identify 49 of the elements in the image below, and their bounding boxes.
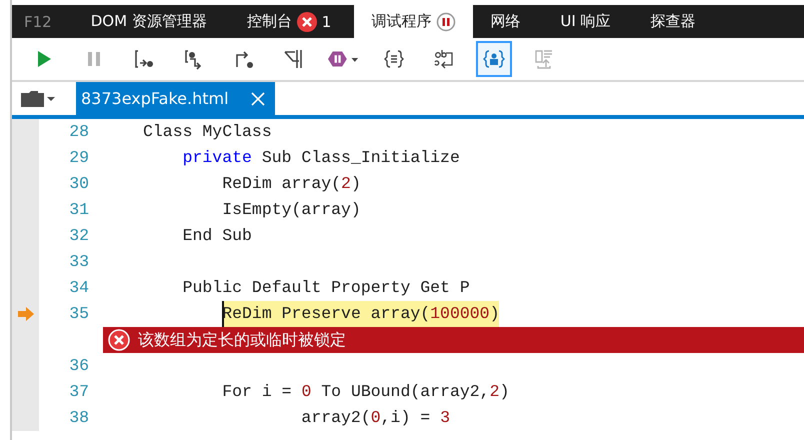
line-number: 31 (68, 199, 89, 221)
line-number: 37 (68, 381, 89, 403)
error-count: 1 (322, 12, 332, 30)
code-line: Public Default Property Get P (182, 277, 470, 299)
step-into-icon (133, 48, 155, 70)
tab[interactable]: 探查器 (634, 5, 713, 38)
error-icon (296, 12, 317, 32)
code-line: End Sub (182, 225, 252, 247)
braces-icon (383, 48, 405, 70)
code-line: array2(0,i) = 3 (300, 407, 450, 429)
tab-label: 网络 (490, 12, 520, 31)
close-icon[interactable] (250, 92, 265, 106)
line-number: 36 (68, 355, 89, 377)
tab[interactable]: DOM 资源管理器 (74, 5, 224, 38)
error-message: 该数组为定长的或临时被锁定 (138, 330, 346, 350)
arrow-icon (16, 306, 34, 322)
line-number: 32 (68, 225, 89, 247)
tab-label: UI 响应 (560, 12, 611, 31)
line-number: 28 (68, 121, 89, 143)
tab[interactable]: 调试程序 (354, 5, 474, 38)
line-number: 33 (68, 251, 89, 273)
code-line: IsEmpty(array) (221, 199, 361, 221)
toolbar-button[interactable] (476, 41, 512, 77)
tab[interactable]: UI 响应 (543, 5, 628, 38)
code-line: Class MyClass (143, 121, 272, 143)
line-number: 38 (68, 407, 89, 429)
pause-icon (436, 12, 456, 32)
document-upload-icon (533, 48, 555, 70)
user-code-icon (483, 48, 505, 70)
break-icon (283, 48, 305, 70)
folder-icon (20, 88, 56, 108)
tab[interactable]: 控制台 1 (230, 5, 348, 38)
tab[interactable]: 网络 (473, 5, 538, 38)
tab-label: 探查器 (650, 12, 696, 31)
line-number: 30 (68, 173, 89, 195)
code-line: For i = 0 To UBound(array2,2) (221, 381, 510, 403)
tab-label: DOM 资源管理器 (90, 12, 207, 31)
code-line: ReDim array(2) (221, 173, 361, 195)
tab-label: 控制台 (246, 12, 292, 31)
line-number: 29 (68, 147, 89, 169)
tab-label: 调试程序 (371, 12, 432, 31)
code-line: private Sub Class_Initialize (182, 147, 460, 169)
f12-label: F12 (23, 12, 53, 32)
word-wrap-icon (433, 48, 455, 70)
file-name: 8373expFake.html (81, 89, 229, 108)
file-tab[interactable]: 8373expFake.html (76, 82, 275, 115)
line-number: 34 (68, 277, 89, 299)
error-icon (108, 329, 130, 351)
line-number: 35 (68, 303, 89, 325)
